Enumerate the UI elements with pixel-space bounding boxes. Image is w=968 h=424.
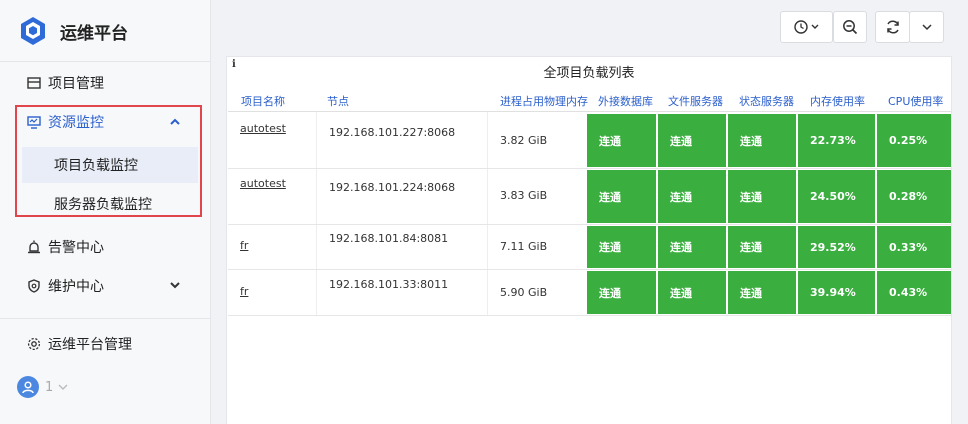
status-cell-state: 连通	[728, 114, 796, 167]
row-divider	[228, 224, 951, 225]
zoom-out-icon	[843, 20, 858, 35]
status-cell-cpu-rate: 0.28%	[877, 170, 951, 223]
history-icon	[793, 20, 818, 34]
column-header-file-server[interactable]: 文件服务器	[668, 93, 723, 109]
row-divider	[228, 269, 951, 270]
status-cell-state: 连通	[728, 170, 796, 223]
column-header-node[interactable]: 节点	[327, 93, 349, 109]
table-cell-project-link[interactable]: fr	[240, 239, 248, 252]
divider	[0, 61, 210, 62]
gear-icon	[26, 336, 42, 352]
table-cell-node: 192.168.101.33:8011	[329, 278, 449, 291]
sidebar-item-label: 告警中心	[48, 240, 104, 256]
table-cell-memory: 7.11 GiB	[500, 240, 548, 253]
shield-icon	[26, 278, 42, 294]
status-cell-db: 连通	[587, 114, 656, 167]
status-cell-mem-rate: 24.50%	[798, 170, 875, 223]
status-cell-db: 连通	[587, 226, 656, 268]
alarm-icon	[26, 239, 42, 255]
status-cell-cpu-rate: 0.43%	[877, 271, 951, 314]
status-cell-mem-rate: 22.73%	[798, 114, 875, 167]
brand[interactable]: 运维平台	[20, 14, 128, 48]
status-cell-mem-rate: 29.52%	[798, 226, 875, 268]
column-divider	[487, 112, 488, 315]
column-header-state-server[interactable]: 状态服务器	[739, 93, 794, 109]
status-cell-file: 连通	[658, 170, 726, 223]
refresh-button[interactable]	[875, 11, 910, 43]
status-cell-cpu-rate: 0.25%	[877, 114, 951, 167]
column-divider	[316, 112, 317, 315]
status-cell-file: 连通	[658, 226, 726, 268]
header-divider	[228, 111, 951, 112]
sidebar-item-label: 维护中心	[48, 279, 104, 295]
table-cell-project-link[interactable]: autotest	[240, 122, 286, 135]
status-cell-cpu-rate: 0.33%	[877, 226, 951, 268]
chevron-down-icon	[921, 24, 932, 31]
brand-title: 运维平台	[60, 23, 128, 44]
cube-logo-icon	[21, 17, 45, 45]
refresh-options-button[interactable]	[909, 11, 944, 43]
table-cell-node: 192.168.101.84:8081	[329, 232, 449, 245]
status-cell-db: 连通	[587, 271, 656, 314]
sidebar-item-label: 运维平台管理	[48, 337, 132, 353]
user-menu[interactable]: 1	[17, 376, 69, 398]
status-cell-file: 连通	[658, 114, 726, 167]
zoom-out-button[interactable]	[833, 11, 867, 43]
status-cell-db: 连通	[587, 170, 656, 223]
table-cell-memory: 3.83 GiB	[500, 189, 548, 202]
column-header-cpu-rate[interactable]: CPU使用率	[888, 93, 943, 109]
chevron-down-icon[interactable]	[168, 278, 182, 292]
sidebar-item-maintenance-center[interactable]: 维护中心	[26, 274, 104, 298]
table-cell-memory: 3.82 GiB	[500, 134, 548, 147]
table-cell-project-link[interactable]: autotest	[240, 177, 286, 190]
sidebar-item-label: 项目管理	[48, 76, 104, 92]
column-header-process-memory[interactable]: 进程占用物理内存	[500, 93, 588, 109]
table-cell-project-link[interactable]: fr	[240, 285, 248, 298]
table-cell-node: 192.168.101.224:8068	[329, 181, 456, 194]
row-divider	[228, 168, 951, 169]
list-icon	[26, 75, 42, 91]
column-header-memory-rate[interactable]: 内存使用率	[810, 93, 865, 109]
column-header-external-db[interactable]: 外接数据库	[598, 93, 653, 109]
table-cell-node: 192.168.101.227:8068	[329, 126, 456, 139]
sidebar-item-project-management[interactable]: 项目管理	[26, 71, 104, 95]
column-header-project-name[interactable]: 项目名称	[241, 93, 285, 109]
status-cell-state: 连通	[728, 271, 796, 314]
user-count: 1	[45, 379, 54, 395]
status-cell-file: 连通	[658, 271, 726, 314]
status-cell-state: 连通	[728, 226, 796, 268]
sidebar-item-platform-admin[interactable]: 运维平台管理	[26, 332, 132, 356]
refresh-icon	[886, 20, 899, 34]
divider	[0, 318, 210, 319]
status-cell-mem-rate: 39.94%	[798, 271, 875, 314]
highlight-box	[15, 105, 202, 217]
row-divider	[228, 315, 951, 316]
history-button[interactable]	[780, 11, 833, 43]
chevron-down-icon	[58, 384, 68, 390]
sidebar: 运维平台 项目管理 资源监控 项目负载监控 服务器负载监控 告警中心 维护中心	[0, 0, 211, 424]
sidebar-item-alarm-center[interactable]: 告警中心	[26, 235, 104, 259]
avatar	[17, 376, 39, 398]
panel-title: 全项目负载列表	[543, 66, 635, 81]
table-cell-memory: 5.90 GiB	[500, 286, 548, 299]
